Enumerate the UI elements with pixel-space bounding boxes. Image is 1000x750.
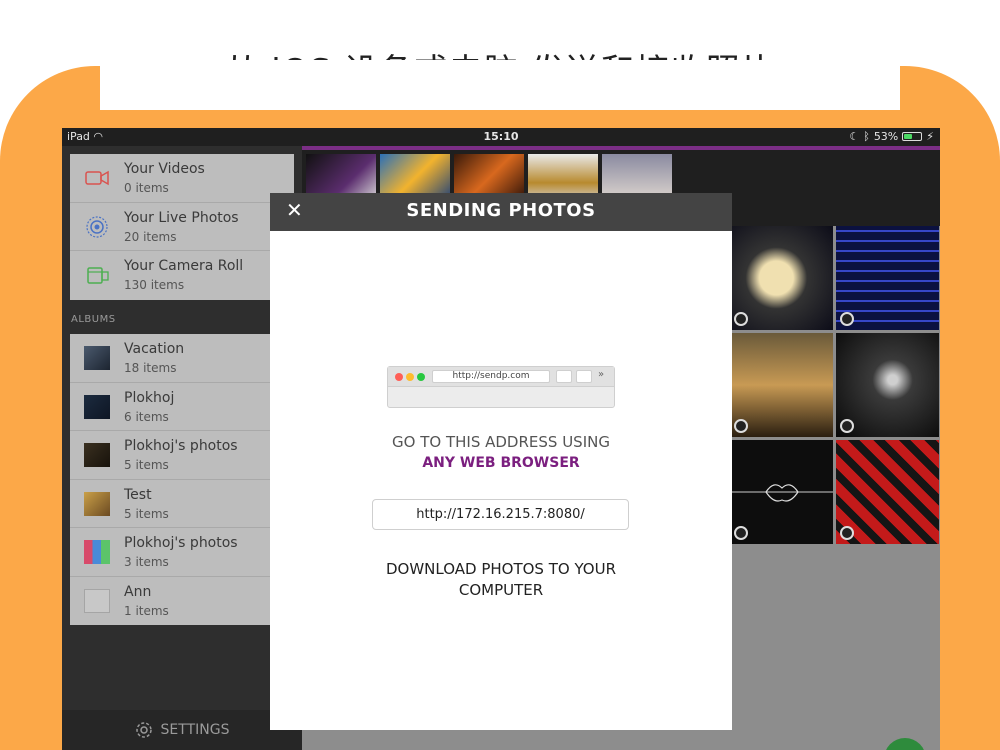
camera-roll-icon (87, 267, 109, 284)
live-badge-icon (734, 526, 748, 540)
photo-tile[interactable] (836, 226, 939, 330)
albums-list: Vacation 18 items Plokhoj 6 items Plokho… (70, 334, 294, 625)
live-badge-icon (840, 312, 854, 326)
photo-tile[interactable] (836, 333, 939, 437)
frame-notch (100, 60, 900, 110)
live-badge-icon (734, 312, 748, 326)
sidebar: Your Videos 0 items Your Live Photos 20 … (62, 146, 302, 750)
source-item-live-photos[interactable]: Your Live Photos 20 items (70, 203, 294, 251)
more-icon: » (598, 369, 605, 380)
album-item[interactable]: Plokhoj's photos 5 items (70, 431, 294, 480)
live-photos-icon (86, 215, 108, 238)
album-title: Vacation (124, 341, 185, 357)
album-item[interactable]: Test 5 items (70, 480, 294, 528)
instruction-text: GO TO THIS ADDRESS USING (392, 433, 610, 451)
moon-icon: ☾ (849, 130, 860, 143)
album-item[interactable]: Ann 1 items (70, 577, 294, 626)
browser-toolbar: http://sendp.com » (388, 367, 614, 387)
photo-tile[interactable] (836, 440, 939, 544)
close-dot-icon (395, 373, 403, 381)
album-title: Plokhoj's photos (124, 535, 238, 551)
source-title: Your Videos (124, 161, 205, 177)
album-title: Plokhoj (124, 389, 175, 406)
source-title: Your Live Photos (124, 209, 239, 226)
album-thumbnail (84, 394, 110, 419)
share-icon (576, 370, 592, 383)
battery-percent: 53% (873, 130, 899, 143)
dialog-header: ✕ SENDING PHOTOS (270, 193, 732, 231)
battery-fill (904, 134, 913, 139)
battery-icon (902, 132, 923, 141)
album-item[interactable]: Plokhoj's photos 3 items (70, 528, 294, 577)
source-count: 20 items (124, 229, 177, 244)
album-item[interactable]: Vacation 18 items (70, 334, 294, 383)
status-right: ☾ ᛒ 53% ⚡ (849, 130, 934, 143)
live-badge-icon (840, 526, 854, 540)
status-time: 15:10 (483, 130, 519, 143)
photo-tile[interactable] (730, 440, 833, 544)
album-thumbnail (84, 588, 110, 613)
album-title: Ann (124, 583, 152, 600)
video-icon (85, 170, 109, 186)
source-title: Your Camera Roll (124, 258, 244, 274)
album-count: 6 items (124, 409, 169, 424)
sources-list: Your Videos 0 items Your Live Photos 20 … (70, 154, 294, 300)
browser-illustration: http://sendp.com » (387, 366, 615, 408)
browser-url: http://sendp.com (432, 370, 550, 383)
album-thumbnail (84, 540, 110, 564)
photo-tile[interactable] (730, 226, 833, 330)
album-title: Plokhoj's photos (124, 438, 238, 454)
album-count: 3 items (124, 555, 169, 569)
source-count: 130 items (124, 278, 185, 292)
minimize-dot-icon (406, 373, 414, 381)
settings-button[interactable]: SETTINGS (62, 710, 302, 750)
maximize-dot-icon (417, 373, 425, 381)
live-badge-icon (734, 419, 748, 433)
album-item[interactable]: Plokhoj 6 items (70, 383, 294, 431)
source-count: 0 items (124, 181, 169, 195)
source-item-videos[interactable]: Your Videos 0 items (70, 154, 294, 203)
source-item-camera-roll[interactable]: Your Camera Roll 130 items (70, 251, 294, 300)
charging-icon: ⚡ (926, 130, 934, 143)
dialog-title: SENDING PHOTOS (406, 200, 596, 221)
albums-label: ALBUMS (71, 314, 116, 325)
album-count: 5 items (124, 458, 169, 472)
album-title: Test (124, 486, 152, 503)
album-count: 1 items (124, 603, 169, 618)
album-thumbnail (84, 443, 110, 467)
live-badge-icon (840, 419, 854, 433)
bluetooth-icon: ᛒ (863, 130, 870, 143)
album-count: 18 items (124, 361, 177, 375)
status-bar: iPad ◠ 15:10 ☾ ᛒ 53% ⚡ (62, 128, 940, 146)
download-icon (556, 370, 572, 383)
album-thumbnail (84, 346, 110, 370)
settings-label: SETTINGS (160, 722, 230, 738)
album-thumbnail (84, 491, 110, 516)
sending-photos-dialog: ✕ SENDING PHOTOS http://sendp.com » GO T… (270, 193, 732, 730)
browser-highlight: ANY WEB BROWSER (422, 455, 580, 471)
photo-tile[interactable] (730, 333, 833, 437)
album-count: 5 items (124, 506, 169, 521)
gear-icon (135, 722, 152, 738)
server-address[interactable]: http://172.16.215.7:8080/ (372, 499, 629, 530)
download-instruction: DOWNLOAD PHOTOS TO YOUR COMPUTER (385, 560, 617, 599)
